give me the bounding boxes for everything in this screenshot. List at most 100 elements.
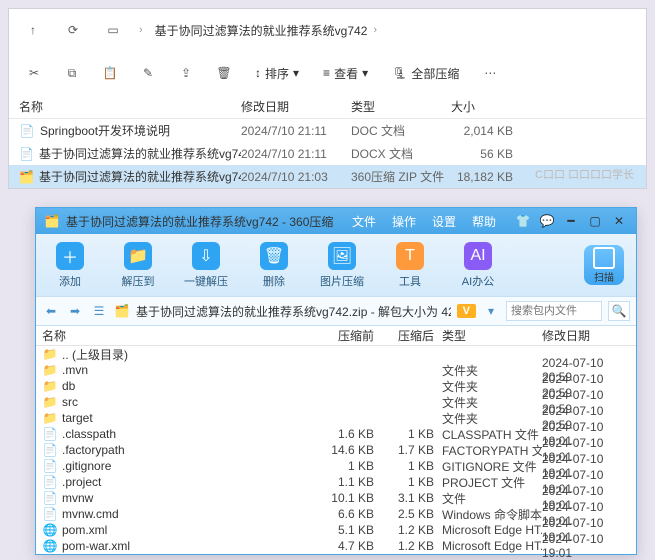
file-name: .mvn	[62, 363, 88, 377]
skin-icon[interactable]: 👕	[514, 214, 532, 228]
file-type: 文件夹	[442, 394, 542, 411]
zip-path-text: 基于协同过滤算法的就业推荐系统vg742.zip - 解包大小为 42.4 MB	[136, 303, 451, 320]
tool-icon: ＋	[56, 242, 84, 270]
file-icon: 📁	[42, 378, 58, 394]
view-dropdown[interactable]: ≡ 查看 ▾	[315, 58, 376, 88]
file-type: 文件夹	[442, 362, 542, 379]
feedback-icon[interactable]: 💬	[538, 214, 556, 228]
zh-name[interactable]: 名称	[42, 327, 314, 344]
delete-icon[interactable]: 🗑	[209, 58, 239, 88]
file-size: 56 KB	[451, 147, 531, 161]
zip-tool-AI办公[interactable]: AIAI办公	[456, 242, 500, 289]
size-after: 1.2 KB	[382, 539, 442, 553]
col-type[interactable]: 类型	[351, 98, 451, 115]
size-after: 2.5 KB	[382, 507, 442, 521]
col-date[interactable]: 修改日期	[241, 98, 351, 115]
tool-icon: T	[396, 242, 424, 270]
file-icon: 📄	[42, 442, 58, 458]
tool-label: AI办公	[462, 273, 494, 289]
col-size[interactable]: 大小	[451, 98, 646, 115]
size-after: 1.7 KB	[382, 443, 442, 457]
list-view-icon[interactable]: ☰	[90, 304, 108, 318]
file-type: GITIGNORE 文件	[442, 458, 542, 475]
cut-icon[interactable]: ✂	[19, 58, 49, 88]
menu-file[interactable]: 文件	[352, 213, 376, 230]
file-name: src	[62, 395, 78, 409]
paste-icon[interactable]: 📋	[95, 58, 125, 88]
desktop-icon[interactable]: ▭	[99, 16, 127, 44]
tool-label: 图片压缩	[320, 273, 364, 289]
file-type: DOC 文档	[351, 122, 451, 139]
zip-tool-工具[interactable]: T工具	[388, 242, 432, 289]
tool-icon: 📁	[124, 242, 152, 270]
up-icon[interactable]: ↑	[19, 16, 47, 44]
dropdown-icon[interactable]: ▾	[482, 304, 500, 318]
breadcrumb[interactable]: 基于协同过滤算法的就业推荐系统vg742 ›	[155, 22, 377, 39]
file-icon: 📄	[42, 458, 58, 474]
sort-dropdown[interactable]: ↕ 排序 ▾	[247, 58, 307, 88]
vip-badge[interactable]: V	[457, 304, 476, 318]
file-name: .gitignore	[62, 459, 111, 473]
col-name[interactable]: 名称	[19, 98, 241, 115]
zh-date[interactable]: 修改日期	[542, 327, 636, 344]
file-name: Springboot开发环境说明	[40, 122, 170, 139]
file-type: Microsoft Edge HT...	[442, 523, 542, 537]
zip-tool-删除[interactable]: 🗑删除	[252, 242, 296, 289]
back-icon[interactable]: ⬅	[42, 304, 60, 318]
refresh-icon[interactable]: ⟳	[59, 16, 87, 44]
file-date: 2024/7/10 21:11	[241, 147, 351, 161]
menu-operation[interactable]: 操作	[392, 213, 416, 230]
tool-icon: 🖼	[328, 242, 356, 270]
table-row[interactable]: 📄Springboot开发环境说明2024/7/10 21:11DOC 文档2,…	[9, 119, 646, 142]
size-before: 4.7 KB	[314, 539, 382, 553]
file-icon: 📁	[42, 394, 58, 410]
table-row[interactable]: 📄基于协同过滤算法的就业推荐系统vg7422024/7/10 21:11DOCX…	[9, 142, 646, 165]
file-name: pom.xml	[62, 523, 107, 537]
minimize-icon[interactable]: ━	[562, 214, 580, 228]
file-type: FACTORYPATH 文件	[442, 442, 542, 459]
table-row[interactable]: 🗂️基于协同过滤算法的就业推荐系统vg7422024/7/10 21:03360…	[9, 165, 646, 188]
list-item[interactable]: 🌐pom-war.xml4.7 KB1.2 KBMicrosoft Edge H…	[36, 538, 636, 554]
file-icon: 🌐	[42, 522, 58, 538]
file-name: pom-war.xml	[62, 539, 130, 553]
zip-tool-图片压缩[interactable]: 🖼 图片压缩	[320, 242, 364, 289]
zh-type[interactable]: 类型	[442, 327, 542, 344]
tool-label: 解压到	[122, 273, 155, 289]
file-type: 360压缩 ZIP 文件	[351, 168, 451, 185]
zip-tool-添加[interactable]: ＋添加	[48, 242, 92, 289]
chevron-icon: ›	[373, 24, 377, 36]
more-icon[interactable]: ⋯	[475, 58, 505, 88]
file-date: 2024/7/10 21:03	[241, 170, 351, 184]
zip-tool-解压到[interactable]: 📁 解压到	[116, 242, 160, 289]
zip-search-input[interactable]	[506, 301, 602, 321]
explorer-toolbar: ✂ ⧉ 📋 ✎ ⇪ 🗑 ↕ 排序 ▾ ≡ 查看 ▾ 🗜 全部压缩 ⋯	[9, 51, 646, 95]
file-icon: 📄	[19, 146, 34, 162]
file-type: Windows 命令脚本	[442, 506, 542, 523]
file-type: 文件夹	[442, 410, 542, 427]
search-button[interactable]: 🔍	[608, 301, 630, 321]
share-icon[interactable]: ⇪	[171, 58, 201, 88]
close-icon[interactable]: ✕	[610, 214, 628, 228]
menu-help[interactable]: 帮助	[472, 213, 496, 230]
chevron-icon: ›	[139, 24, 143, 36]
zip-columns: 名称 压缩前 压缩后 类型 修改日期	[36, 326, 636, 346]
compress-all-button[interactable]: 🗜 全部压缩	[384, 58, 467, 88]
file-name: 基于协同过滤算法的就业推荐系统vg742	[39, 145, 241, 162]
file-name: .classpath	[62, 427, 116, 441]
zh-post[interactable]: 压缩后	[382, 327, 442, 344]
forward-icon[interactable]: ➡	[66, 304, 84, 318]
menu-settings[interactable]: 设置	[432, 213, 456, 230]
size-before: 14.6 KB	[314, 443, 382, 457]
tool-label: 一键解压	[184, 273, 228, 289]
file-name: .factorypath	[62, 443, 125, 457]
maximize-icon[interactable]: ▢	[586, 214, 604, 228]
file-name: db	[62, 379, 75, 393]
tool-icon: ⇩	[192, 242, 220, 270]
zip-tool-一键解压[interactable]: ⇩ 一键解压	[184, 242, 228, 289]
explorer-file-list: 📄Springboot开发环境说明2024/7/10 21:11DOC 文档2,…	[9, 119, 646, 188]
copy-icon[interactable]: ⧉	[57, 58, 87, 88]
scan-button[interactable]: 扫描	[584, 245, 624, 285]
rename-icon[interactable]: ✎	[133, 58, 163, 88]
zh-pre[interactable]: 压缩前	[314, 327, 382, 344]
zip-title-text: 基于协同过滤算法的就业推荐系统vg742 - 360压缩	[66, 213, 346, 230]
